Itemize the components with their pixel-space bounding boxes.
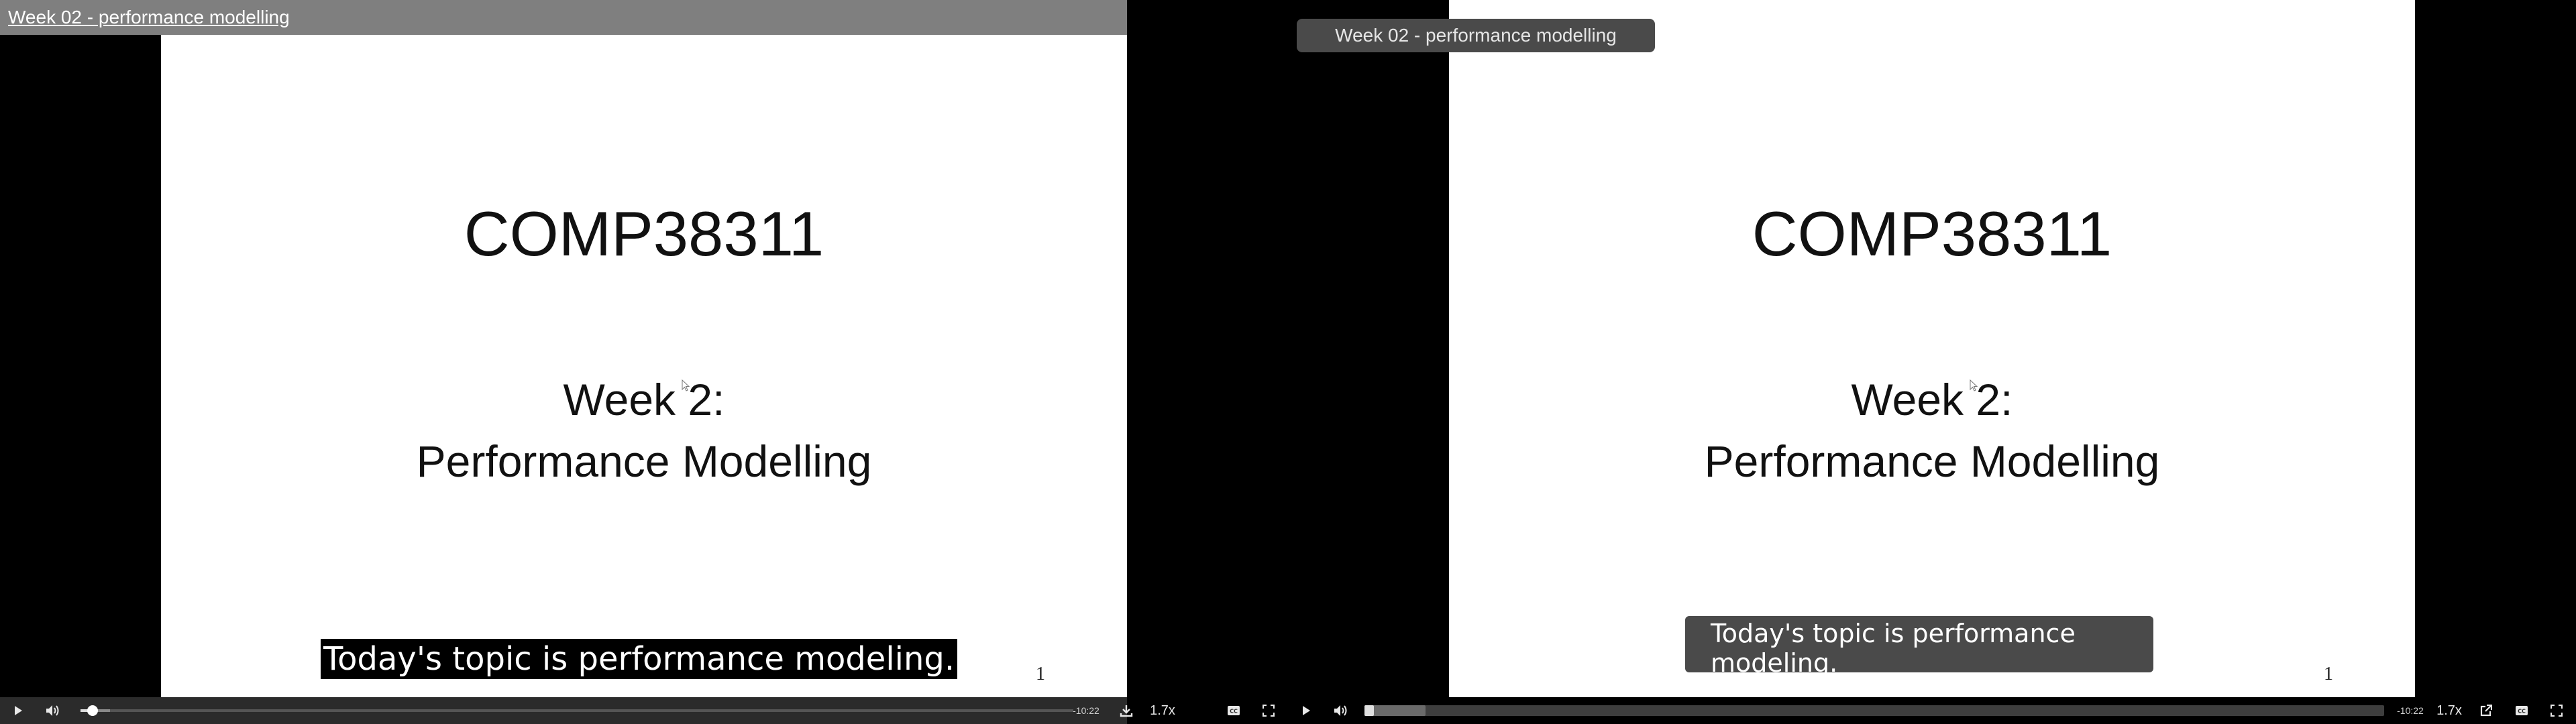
title-bar: Week 02 - performance modelling — [0, 0, 1127, 35]
download-button[interactable] — [1116, 697, 1136, 724]
slide-subtitle-line2: Performance Modelling — [1704, 436, 2160, 486]
captions-icon: CC — [1228, 706, 1240, 715]
video-title-link[interactable]: Week 02 - performance modelling — [8, 7, 290, 28]
mouse-cursor-icon — [1970, 379, 1978, 391]
play-button[interactable] — [8, 697, 28, 724]
popout-icon — [2480, 705, 2492, 717]
slide-frame: COMP38311 Week 2: Performance Modelling … — [161, 0, 1127, 697]
volume-button[interactable] — [1331, 697, 1351, 724]
slide-page-number: 1 — [2324, 664, 2333, 684]
slide-title: COMP38311 — [1752, 198, 2112, 269]
caption-text: Today's topic is performance modeling. — [1685, 616, 2153, 678]
play-icon — [1303, 706, 1310, 715]
svg-text:CC: CC — [1230, 709, 1238, 715]
slide-subtitle-line1: Week 2: — [563, 375, 725, 424]
fullscreen-button[interactable] — [2546, 697, 2567, 724]
remaining-time: -10:22 — [1073, 705, 1099, 716]
progress-bar[interactable] — [1364, 705, 2384, 716]
progress-bar[interactable] — [80, 705, 1073, 716]
volume-button[interactable] — [43, 697, 63, 724]
fullscreen-icon — [2551, 705, 2563, 717]
play-icon — [15, 706, 22, 715]
volume-icon — [46, 705, 59, 716]
captions-icon: CC — [2516, 706, 2528, 715]
mouse-cursor-icon — [682, 379, 690, 391]
svg-text:CC: CC — [2518, 709, 2526, 715]
slide-subtitle-line1: Week 2: — [1851, 375, 2013, 424]
progress-played — [1364, 705, 1374, 716]
volume-icon — [1334, 705, 1347, 716]
play-button[interactable] — [1296, 697, 1316, 724]
video-title-pill[interactable]: Week 02 - performance modelling — [1297, 19, 1655, 52]
caption-text: Today's topic is performance modeling. — [321, 639, 958, 679]
video-player-right[interactable]: COMP38311 Week 2: Performance Modelling … — [1127, 0, 2576, 724]
video-player-left[interactable]: COMP38311 Week 2: Performance Modelling … — [0, 0, 1127, 724]
slide-title: COMP38311 — [464, 198, 824, 269]
playback-speed-button[interactable]: 1.7x — [1146, 697, 1179, 724]
progress-scrub-handle[interactable] — [87, 705, 98, 716]
captions-button[interactable]: CC — [1222, 697, 1245, 724]
playback-speed-button[interactable]: 1.7x — [2432, 697, 2466, 724]
slide-subtitle-line2: Performance Modelling — [416, 436, 872, 486]
captions-button[interactable]: CC — [2510, 697, 2533, 724]
fullscreen-button[interactable] — [1258, 697, 1279, 724]
fullscreen-icon — [1263, 705, 1275, 717]
download-icon — [1120, 705, 1133, 717]
slide-frame: COMP38311 Week 2: Performance Modelling … — [1449, 0, 2415, 697]
remaining-time: -10:22 — [2397, 705, 2424, 716]
slide-page-number: 1 — [1036, 664, 1045, 684]
popout-button[interactable] — [2475, 697, 2497, 724]
